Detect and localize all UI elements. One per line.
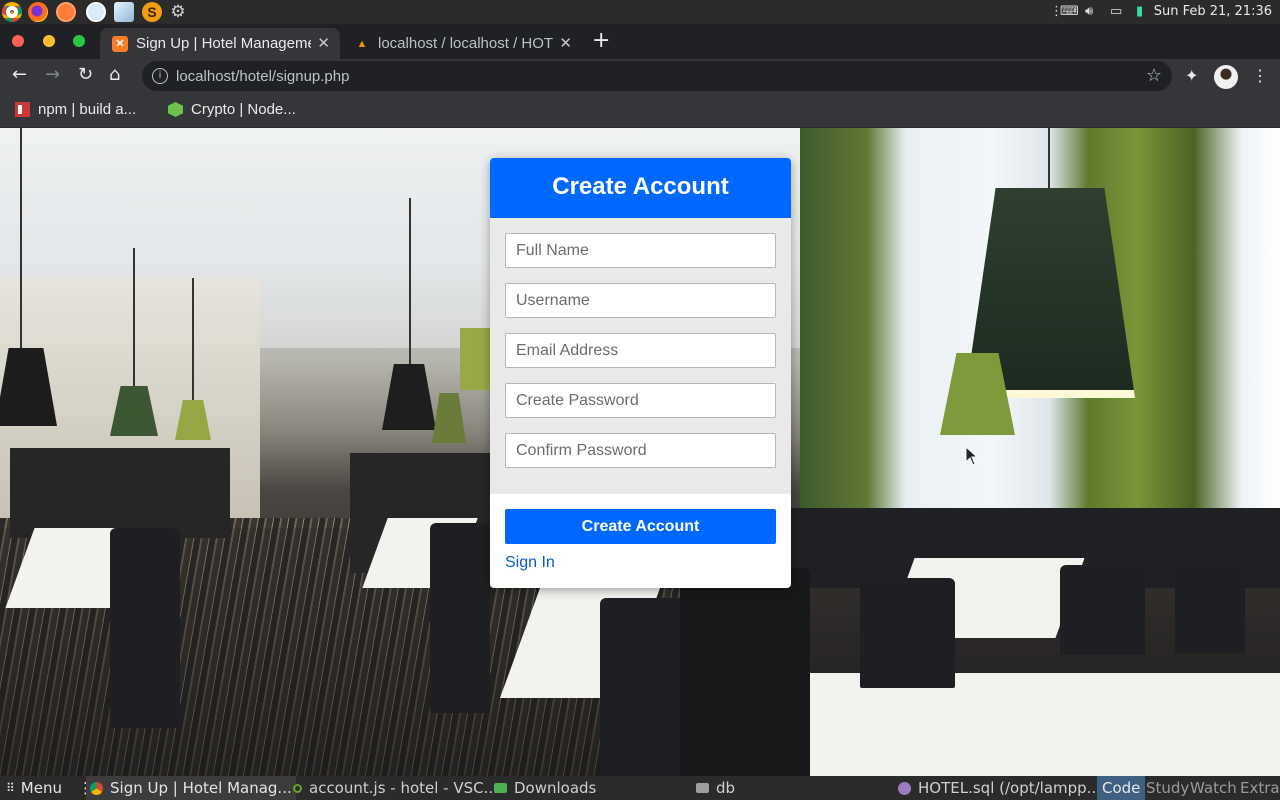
lamp-cord [192,278,194,403]
network-icon[interactable]: ▭ [1110,4,1122,19]
vscode-icon[interactable] [86,2,106,22]
bookmark-star-icon[interactable]: ☆ [1146,65,1162,86]
text-editor-icon [898,781,911,795]
username-input[interactable] [505,283,776,318]
lamp-cord [133,248,135,388]
signup-form-fields [490,218,791,494]
tab-title: Sign Up | Hotel Management [136,35,311,52]
background-table [759,673,1280,776]
background-booth [10,448,230,538]
home-icon[interactable]: ⌂ [109,65,120,85]
workspace-watch[interactable]: Watch [1185,776,1242,800]
battery-icon[interactable]: ▮ [1136,4,1143,19]
workspace-code[interactable]: Code [1097,776,1146,800]
signup-card: Create Account Create Account Sign In [490,158,791,588]
taskbar-item-db[interactable]: db [696,779,735,797]
background-chair [860,578,955,688]
system-top-panel: S ⚙ ⋮ ⌨ 🔊︎ ▭ ▮ Sun Feb 21, 21:36 [0,0,1280,24]
background-chair [1060,565,1145,655]
page-viewport: Create Account Create Account Sign In [0,128,1280,776]
bookmarks-bar: npm | build a... Crypto | Node... [0,93,1280,128]
reload-icon[interactable]: ↻ [78,65,93,85]
tab-title: localhost / localhost / HOTEL [378,35,553,52]
full-name-input[interactable] [505,233,776,268]
lamp-cord [409,198,411,368]
vscode-icon [293,783,302,793]
browser-toolbar: ← → ↻ ⌂ i localhost/hotel/signup.php ☆ ✦… [0,59,1280,93]
menu-grid-icon: ⠿ [6,781,15,795]
system-taskbar: ⠿ Menu ⋮ Sign Up | Hotel Manag... accoun… [0,776,1280,800]
firefox-icon[interactable] [28,2,48,22]
tab-phpmyadmin[interactable]: ▲ localhost / localhost / HOTEL ✕ [342,28,582,59]
bookmark-label: npm | build a... [38,101,137,118]
email-input[interactable] [505,333,776,368]
safari-icon[interactable] [56,2,76,22]
taskbar-item-label: Downloads [514,779,597,797]
confirm-password-input[interactable] [505,433,776,468]
nodejs-icon [168,102,183,117]
taskbar-item-label: HOTEL.sql (/opt/lampp... [918,779,1101,797]
signup-title: Create Account [490,158,791,218]
background-chair [110,528,180,728]
taskbar-item-label: Sign Up | Hotel Manag... [110,779,292,797]
xampp-favicon-icon: ✕ [112,35,128,52]
close-tab-icon[interactable]: ✕ [317,34,330,52]
workspace-extra[interactable]: Extra [1235,776,1280,800]
taskbar-item-label: account.js - hotel - VSC... [309,779,498,797]
phpmyadmin-favicon-icon: ▲ [356,37,368,50]
sublime-icon[interactable]: S [142,2,162,22]
taskbar-item-label: db [716,779,736,797]
mouse-cursor-icon [965,446,979,466]
taskbar-item-chrome[interactable]: Sign Up | Hotel Manag... [86,776,296,800]
chrome-icon[interactable] [2,2,22,22]
start-menu-button[interactable]: ⠿ Menu [6,779,62,797]
folder-icon [696,783,709,793]
folder-download-icon [494,783,507,793]
taskbar-item-downloads[interactable]: Downloads [494,779,596,797]
forward-icon[interactable]: → [45,65,60,85]
browser-menu-icon[interactable]: ⋮ [1252,66,1268,85]
pendant-lamp [460,328,490,390]
taskbar-item-vscode[interactable]: account.js - hotel - VSC... [293,779,498,797]
tab-signup[interactable]: ✕ Sign Up | Hotel Management ✕ [100,28,340,59]
browser-tab-strip: ✕ Sign Up | Hotel Management ✕ ▲ localho… [0,24,1280,59]
create-password-input[interactable] [505,383,776,418]
close-window-button[interactable] [12,35,24,47]
taskbar-item-editor[interactable]: HOTEL.sql (/opt/lampp... [898,779,1101,797]
site-info-icon[interactable]: i [152,68,168,84]
extensions-icon[interactable]: ✦ [1185,66,1198,85]
background-chair [430,523,490,713]
npm-icon [15,102,30,117]
bookmark-npm[interactable]: npm | build a... [15,101,136,118]
volume-icon[interactable]: 🔊︎ [1085,4,1093,19]
profile-avatar[interactable] [1214,65,1238,89]
pendant-lamp [432,393,466,443]
pendant-lamp [382,364,436,430]
chrome-icon [90,781,103,795]
settings-icon[interactable]: ⚙ [168,2,188,22]
keyboard-icon[interactable]: ⌨ [1060,4,1079,19]
address-bar[interactable]: i localhost/hotel/signup.php ☆ [142,61,1172,91]
virtualbox-icon[interactable] [114,2,134,22]
sign-in-link[interactable]: Sign In [505,554,555,572]
menu-label: Menu [20,779,62,797]
lamp-cord [1048,128,1050,188]
back-icon[interactable]: ← [12,65,27,85]
lamp-cord [20,128,22,348]
signup-actions: Create Account Sign In [490,494,791,572]
maximize-window-button[interactable] [73,35,85,47]
system-clock[interactable]: Sun Feb 21, 21:36 [1154,4,1272,19]
create-account-button[interactable]: Create Account [505,509,776,544]
background-chair [680,568,810,776]
minimize-window-button[interactable] [43,35,55,47]
background-chair [1175,563,1245,653]
close-tab-icon[interactable]: ✕ [559,34,572,52]
new-tab-button[interactable]: + [592,28,610,53]
address-url: localhost/hotel/signup.php [176,67,350,85]
bookmark-crypto[interactable]: Crypto | Node... [168,101,296,118]
bookmark-label: Crypto | Node... [191,101,296,118]
